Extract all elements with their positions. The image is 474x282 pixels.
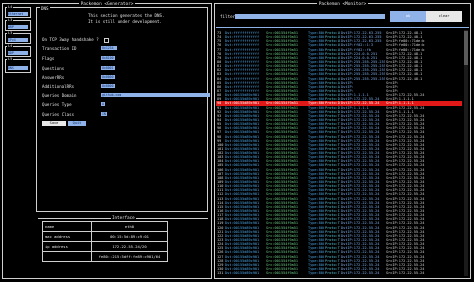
interface-value: 00:15:5d:89:c9:01 — [91, 231, 168, 242]
additional-rrs-input[interactable]: 0x0000 — [101, 84, 115, 88]
packet-src: Src:001554f9a51 — [266, 271, 299, 276]
layer-box-dns[interactable]: L5 DNS — [5, 57, 31, 73]
interface-value: 172.22.55.24/20 — [91, 241, 168, 252]
packet-row[interactable]: 131 Dst:00155d89c901 Src:001554f9a51 Type:8… — [216, 271, 462, 275]
questions-label: Questions — [42, 66, 65, 71]
dns-title: DNS — [40, 6, 50, 11]
dns-note-1: This section generates the DNS. — [88, 13, 165, 18]
monitor-separator — [216, 27, 469, 28]
packet-no: 131 — [217, 271, 224, 276]
questions-input[interactable]: 0x0001 — [101, 66, 115, 70]
layer-value-ipv4[interactable]: IPv4 — [8, 38, 28, 42]
interface-key: name — [42, 221, 92, 232]
packet-srcip: SrcIP:172.22.55.24 — [386, 271, 425, 276]
interface-row-ip: ip address 172.22.55.24/20 — [42, 241, 168, 252]
interface-row-mac: mac address 00:15:5d:89:c9:01 — [42, 231, 168, 242]
dns-note-2: It is still under development. — [88, 19, 162, 24]
interface-row-ipv6: fe80::215:5dff:fe89:c901/64 — [42, 251, 168, 262]
layer-tag: L4 — [7, 5, 14, 9]
layer-box-arp[interactable]: L3 ARP — [5, 18, 31, 31]
packet-type: Type:800 — [308, 271, 324, 276]
answer-rrs-input[interactable]: 0x0000 — [101, 75, 115, 79]
save-button[interactable]: Save — [42, 121, 66, 126]
interface-row-name: name eth0 — [42, 221, 168, 232]
layer-value-dns[interactable]: DNS — [8, 66, 28, 70]
scrollbar-thumb[interactable] — [464, 31, 468, 65]
interface-value: eth0 — [91, 221, 168, 232]
interface-key: mac address — [42, 231, 92, 242]
layer-box-udp[interactable]: L4 UDP — [5, 44, 31, 57]
queries-type-label: Queries Type — [42, 102, 72, 107]
interface-value: fe80::215:5dff:fe89:c901/64 — [91, 251, 168, 262]
queries-type-input[interactable]: A — [101, 102, 105, 106]
filter-label: filter — [220, 14, 236, 19]
layer-value-udp[interactable]: UDP — [8, 51, 28, 55]
interface-title: Interface — [111, 215, 136, 220]
quit-button[interactable]: Quit — [68, 121, 86, 126]
packet-dstip: DstIP:172.22.55.24 — [341, 271, 380, 276]
filter-input[interactable] — [235, 14, 385, 19]
queries-domain-label: Queries Domain — [42, 93, 77, 98]
transaction-id-label: Transaction ID — [42, 46, 77, 51]
tcp-handshake-checkbox[interactable] — [104, 38, 109, 43]
layer-box-ethernet[interactable]: L4 Ethernet — [5, 5, 31, 18]
additional-rrs-label: AdditionalRRs — [42, 84, 75, 89]
packet-list-scrollbar[interactable] — [464, 30, 468, 276]
layer-tag: L5 — [7, 57, 14, 61]
clear-button[interactable]: clear — [426, 11, 462, 22]
interface-table: name eth0 mac address 00:15:5d:89:c9:01 … — [42, 221, 168, 262]
interface-key — [42, 251, 92, 262]
tcp-handshake-label: On TCP 3way handshake ? — [42, 37, 99, 42]
queries-class-input[interactable]: IN — [101, 112, 107, 116]
layer-tag: L3 — [7, 31, 14, 35]
flags-input[interactable]: 0x0100 — [101, 56, 115, 60]
layer-tag: L4 — [7, 44, 14, 48]
layer-tag: L3 — [7, 18, 14, 22]
flags-label: Flags — [42, 56, 55, 61]
answer-rrs-label: AnswerRRs — [42, 75, 65, 80]
queries-domain-input[interactable]: github.com — [101, 93, 210, 97]
layer-value-ethernet[interactable]: Ethernet — [8, 12, 28, 16]
queries-class-label: Queries Class — [42, 112, 75, 117]
layer-value-arp[interactable]: ARP — [8, 25, 28, 29]
ok-button[interactable]: ok — [390, 11, 426, 22]
layer-box-ipv4[interactable]: L3 IPv4 — [5, 31, 31, 44]
transaction-id-input[interactable]: 0x1234 — [101, 46, 117, 50]
monitor-title: Packemon <Monitor> — [316, 2, 369, 7]
packet-dst: Dst:00155d89c901 — [225, 271, 260, 276]
interface-key: ip address — [42, 241, 92, 252]
packet-proto: Proto:TCP — [325, 271, 340, 276]
